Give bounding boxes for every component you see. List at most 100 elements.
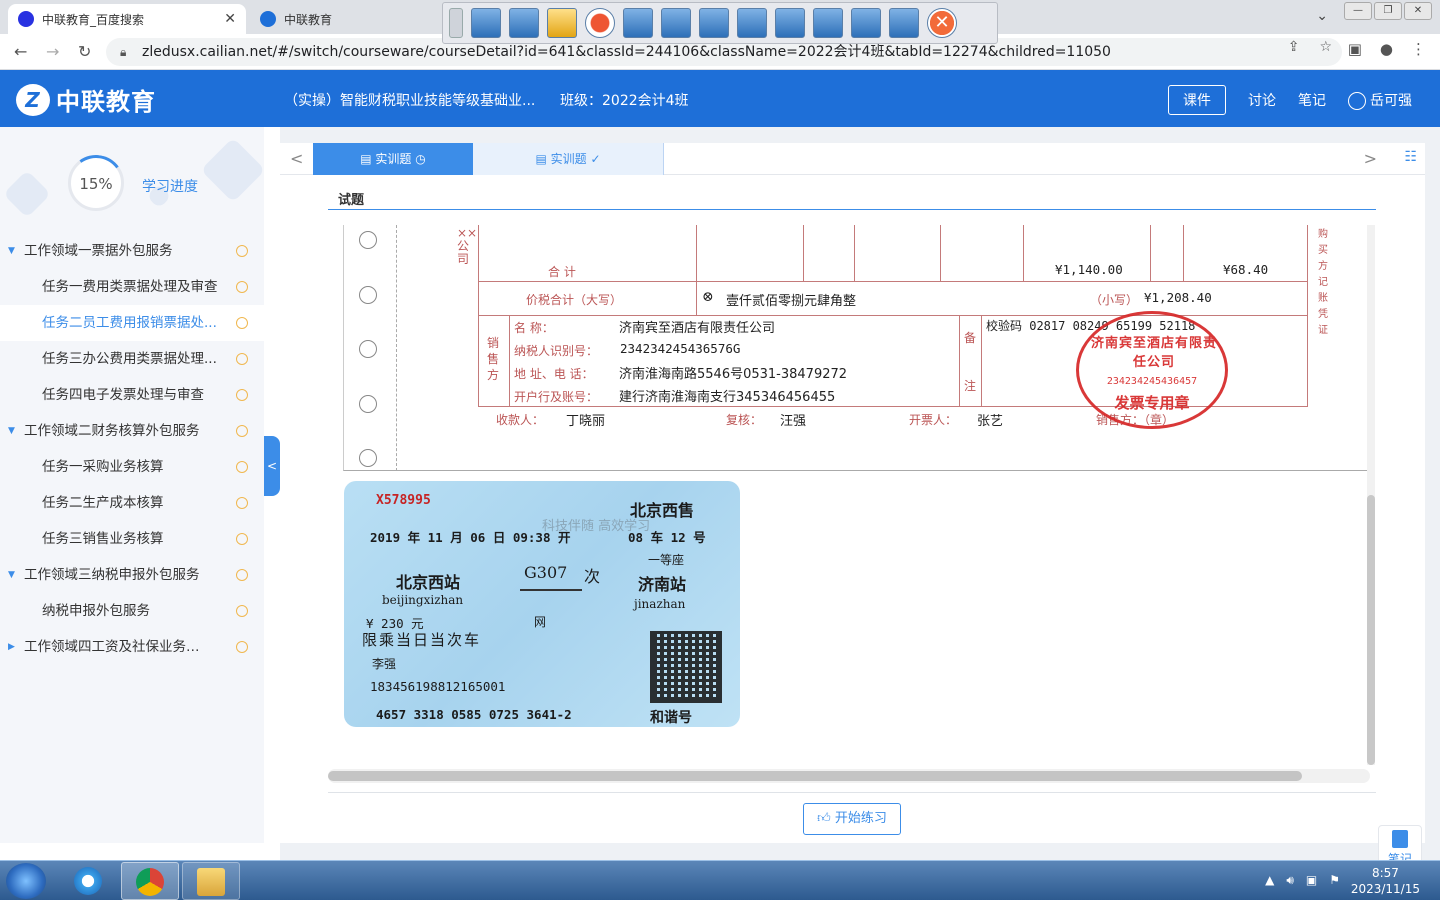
network-icon[interactable]: ▣ [1306,873,1317,888]
bookmark-star-icon[interactable]: ☆ [1319,39,1332,55]
system-clock[interactable]: 8:57 2023/11/15 [1351,865,1420,897]
nav-courseware[interactable]: 课件 [1168,85,1226,115]
horizontal-scrollbar[interactable] [328,769,1370,783]
question-list-icon[interactable]: ☷ [1404,149,1417,165]
clock-icon [236,605,248,617]
question-tab-1[interactable]: ▤ 实训题 ◷ [313,143,473,175]
menu-task[interactable]: 任务三销售业务核算 [0,521,264,557]
user-name: 岳可强 [1370,93,1412,109]
check-icon: ✓ [586,152,601,166]
tray-expand-icon[interactable]: ▲ [1265,873,1274,888]
action-center-icon[interactable]: ⚑ [1329,873,1340,888]
option-radio[interactable] [359,286,377,304]
share-screen-icon[interactable] [661,8,691,38]
app-logo[interactable]: Z 中联教育 [16,82,156,117]
chart-screen-icon[interactable] [889,8,919,38]
browser-menu-icon[interactable]: ⋮ [1411,40,1426,58]
user-menu[interactable]: 岳可强 [1348,90,1412,110]
from-station: 北京西站 [396,573,461,592]
sidebar-collapse-handle[interactable]: < [264,436,280,496]
course-title: （实操）智能财税职业技能等级基础业... [284,93,536,109]
list-screen-icon[interactable] [851,8,881,38]
caret-down-icon: ▼ [8,426,15,436]
tab-search-chevron-icon[interactable]: ⌄ [1316,8,1328,24]
monitor-icon[interactable] [775,8,805,38]
profile-icon[interactable]: ● [1380,40,1393,58]
train-suffix: 次 [584,567,601,586]
seller-name: 济南宾至酒店有限责任公司 [619,321,776,336]
toolbar-collapse-arrow-icon[interactable] [449,8,463,38]
pencil-icon[interactable] [547,8,577,38]
menu-task[interactable]: 任务一费用类票据处理及审查 [0,269,264,305]
clock-icon [236,461,248,473]
lock-icon[interactable]: 🔒︎ [120,38,126,66]
browser-tab-title: 中联教育 [284,12,333,27]
window-close-icon[interactable]: ✕ [1404,2,1432,20]
taskbar-chrome[interactable] [121,862,179,900]
progress-value: 15% [79,175,113,193]
option-radio[interactable] [359,449,377,467]
sidepanel-icon[interactable]: ▣ [1348,40,1362,58]
menu-group-4[interactable]: ▶ 工作领域四工资及社保业务外... [0,629,264,665]
section-title: 试题 [338,193,365,208]
menu-task[interactable]: 任务四电子发票处理与审查 [0,377,264,413]
start-menu-button[interactable] [6,863,46,899]
menu-task[interactable]: 任务三办公费用类票据处理... [0,341,264,377]
broadcast-icon[interactable] [509,8,539,38]
nav-discussion[interactable]: 讨论 [1248,90,1276,110]
menu-task[interactable]: 任务二生产成本核算 [0,485,264,521]
menu-task-active[interactable]: 任务二员工费用报销票据处... [0,305,264,341]
menu-task[interactable]: 纳税申报外包服务 [0,593,264,629]
option-radio[interactable] [359,231,377,249]
logo-text: 中联教育 [56,88,156,116]
class-name: 班级：2022会计4班 [560,93,689,109]
taskbar-explorer[interactable] [182,862,240,900]
record-icon[interactable] [585,8,615,38]
volume-icon[interactable]: 🔊︎ [1286,873,1294,888]
voucher-vertical: 购买方记账凭证 [1318,229,1328,336]
pointer-screen-icon[interactable] [623,8,653,38]
start-practice-button[interactable]: 👍︎ 开始练习 [803,803,901,835]
browser-tab-zhonglian[interactable]: 中联教育 [250,4,440,34]
payee-label: 收款人： [496,413,545,427]
progress-ring: 15% [63,150,129,216]
prev-question-icon[interactable]: < [290,149,303,168]
menu-group-2[interactable]: ▼ 工作领域二财务核算外包服务 [0,413,264,449]
option-radio[interactable] [359,395,377,413]
vertical-scrollbar[interactable] [1367,225,1375,765]
taskbar-ie[interactable] [60,862,118,900]
horizontal-scroll-thumb[interactable] [328,771,1302,781]
maximize-icon[interactable]: ❐ [1374,2,1402,20]
menu-group-3[interactable]: ▼ 工作领域三纳税申报外包服务 [0,557,264,593]
option-radio[interactable] [359,340,377,358]
browser-tab-title: 中联教育_百度搜索 [42,12,145,27]
total-label: 合 计 [548,265,576,279]
next-question-icon[interactable]: > [1364,149,1377,168]
clock-icon [236,425,248,437]
minimize-icon[interactable]: — [1344,2,1372,20]
question-tabs: < ▤ 实训题 ◷ ▤ 实训题 ✓ > ☷ [280,143,1425,175]
grid-screen-icon[interactable] [699,8,729,38]
drawer-label: 开票人： [909,413,958,427]
screen-icon[interactable] [471,8,501,38]
user-icon [1348,92,1366,110]
forward-arrow-icon[interactable]: → [46,42,59,61]
seller-bank: 建行济南淮海南支行345346456455 [619,390,836,405]
close-tab-icon[interactable]: ✕ [224,11,236,27]
multi-screen-icon[interactable] [737,8,767,38]
ticket-code: 4657 3318 0585 0725 3641-2 [376,707,572,722]
monitor-settings-icon[interactable] [813,8,843,38]
exit-toolbar-icon[interactable]: ✕ [927,8,957,38]
menu-group-1[interactable]: ▼ 工作领域一票据外包服务 [0,233,264,269]
reload-icon[interactable]: ↻ [78,42,91,61]
header-nav: 课件 讨论 笔记 岳可强 [1168,85,1412,115]
nav-notes[interactable]: 笔记 [1298,90,1326,110]
baidu-favicon-icon [18,11,34,27]
back-arrow-icon[interactable]: ← [14,42,27,61]
menu-task[interactable]: 任务一采购业务核算 [0,449,264,485]
share-icon[interactable]: ⇪ [1288,39,1300,55]
question-tab-2[interactable]: ▤ 实训题 ✓ [473,143,664,175]
cross-circle-icon: ⊗ [702,289,714,305]
browser-tab-baidu[interactable]: 中联教育_百度搜索 ✕ [8,4,246,34]
vertical-scroll-thumb[interactable] [1367,495,1375,765]
